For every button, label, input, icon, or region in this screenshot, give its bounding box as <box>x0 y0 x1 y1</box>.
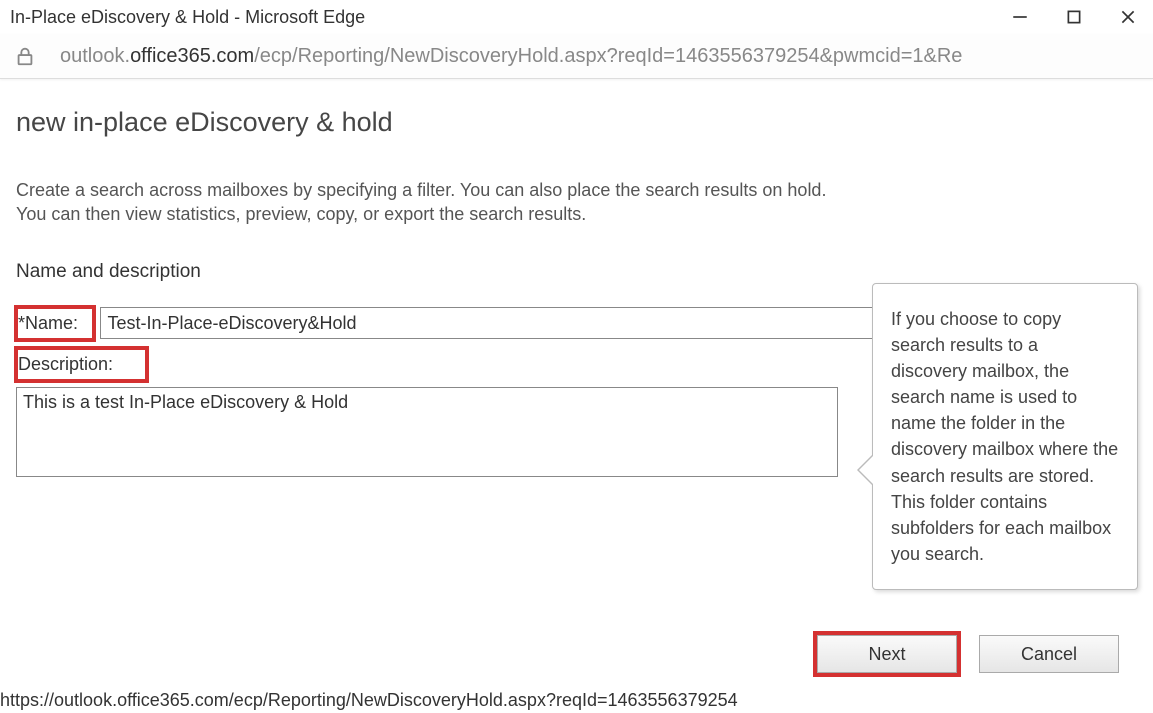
url-text: outlook.office365.com/ecp/Reporting/NewD… <box>60 45 962 68</box>
page-title: new in-place eDiscovery & hold <box>16 107 1145 138</box>
url-prefix: outlook. <box>60 45 130 67</box>
close-button[interactable] <box>1117 6 1139 28</box>
tooltip-panel: If you choose to copy search results to … <box>872 283 1138 590</box>
intro-text: Create a search across mailboxes by spec… <box>16 178 846 227</box>
status-bar: https://outlook.office365.com/ecp/Report… <box>0 688 738 713</box>
name-input-wrapper: ✕ <box>100 305 922 339</box>
window-title: In-Place eDiscovery & Hold - Microsoft E… <box>10 7 365 28</box>
url-path: /ecp/Reporting/NewDiscoveryHold.aspx?req… <box>254 45 962 67</box>
description-label: Description: <box>18 354 113 375</box>
maximize-button[interactable] <box>1063 6 1085 28</box>
name-label-highlight: *Name: <box>14 305 96 342</box>
window-title-bar: In-Place eDiscovery & Hold - Microsoft E… <box>0 0 1153 34</box>
cancel-button[interactable]: Cancel <box>979 635 1119 673</box>
url-domain: office365.com <box>130 45 254 67</box>
description-input[interactable] <box>16 387 838 477</box>
name-input[interactable] <box>100 307 922 339</box>
section-header: Name and description <box>16 261 1145 283</box>
next-button[interactable]: Next <box>817 635 957 673</box>
tooltip-text: If you choose to copy search results to … <box>891 309 1118 564</box>
button-row: Next Cancel <box>817 635 1119 673</box>
address-bar[interactable]: outlook.office365.com/ecp/Reporting/NewD… <box>0 34 1153 79</box>
name-label: *Name: <box>18 313 78 334</box>
minimize-button[interactable] <box>1009 6 1031 28</box>
description-label-highlight: Description: <box>14 346 149 383</box>
lock-icon <box>14 44 36 68</box>
window-controls <box>1009 6 1153 28</box>
